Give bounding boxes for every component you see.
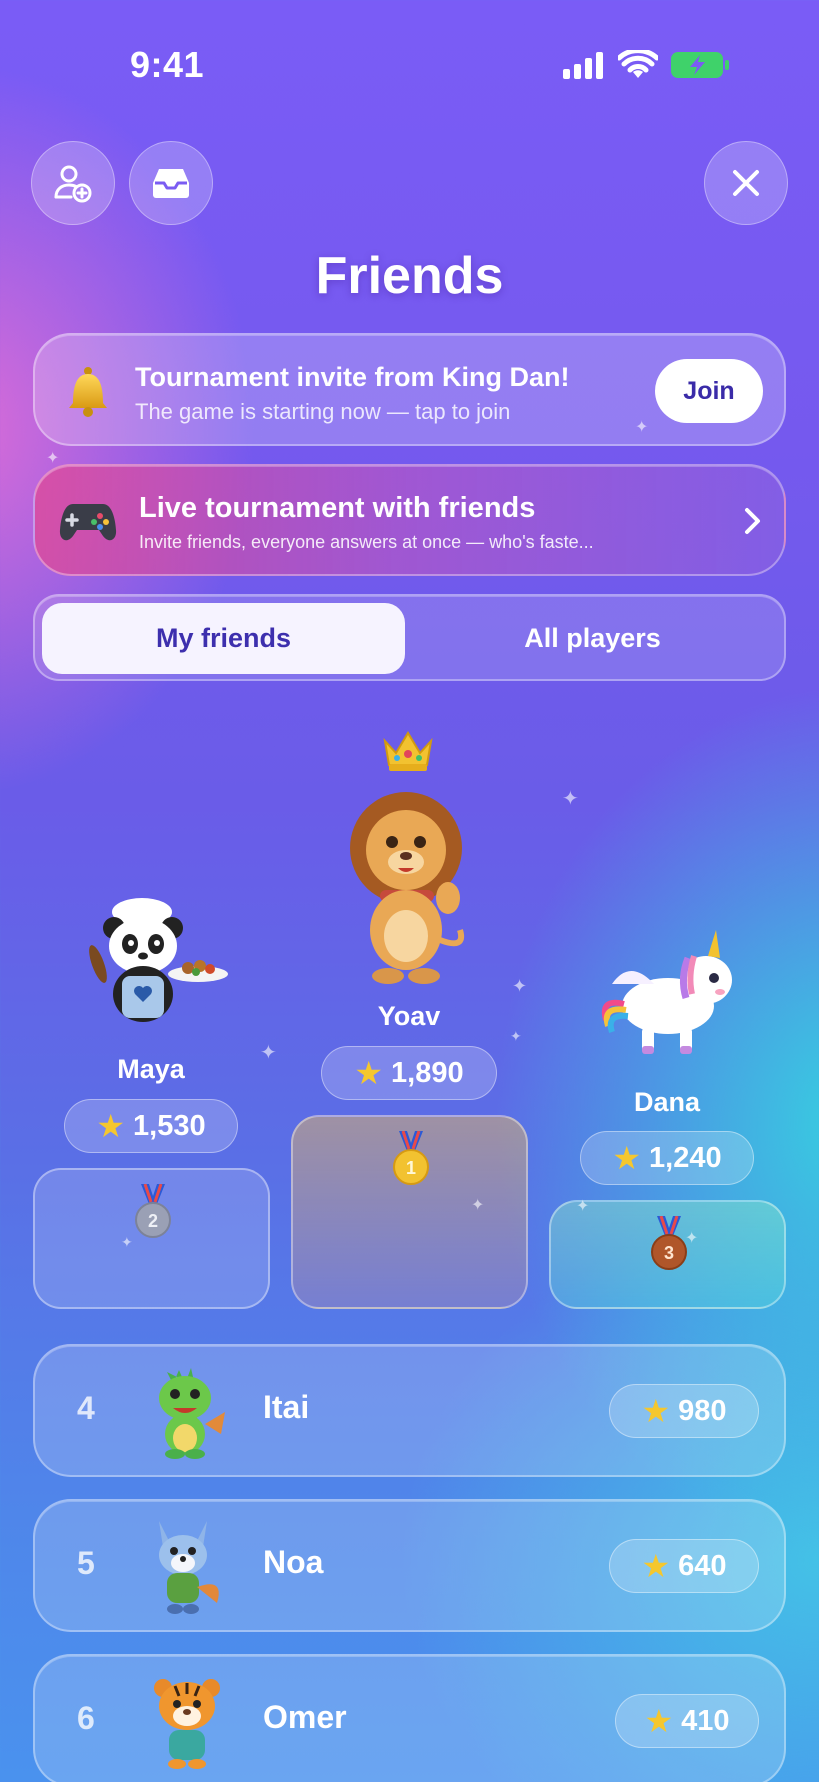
- tab-my-friends[interactable]: My friends: [42, 603, 405, 674]
- sparkle-decoration: ✦: [635, 419, 649, 436]
- medal-icon: 3: [651, 1216, 687, 1270]
- status-time: 9:41: [130, 44, 205, 85]
- podium-third-block: 3 ✦: [549, 1200, 786, 1309]
- row-score: ★ 410: [615, 1694, 759, 1748]
- fox-avatar: [159, 1521, 219, 1614]
- star-icon: ★: [641, 1548, 671, 1584]
- leaderboard-row[interactable]: 5 Noa ★ 640: [33, 1499, 786, 1632]
- sparkle-decoration: ✦: [121, 1234, 133, 1250]
- medal-icon: 1: [393, 1131, 429, 1185]
- row-score: ★ 980: [609, 1384, 759, 1438]
- inbox-button[interactable]: [129, 141, 213, 225]
- tournament-invite-banner[interactable]: Tournament invite from King Dan! The gam…: [33, 333, 786, 446]
- close-icon: [733, 170, 759, 196]
- podium-second-block: 2 ✦: [33, 1168, 270, 1309]
- row-name: Noa: [263, 1544, 324, 1580]
- sparkle-decoration: ✦: [685, 1230, 699, 1247]
- close-button[interactable]: [704, 141, 788, 225]
- lion-avatar: [350, 792, 464, 984]
- podium-first-block: 1 ✦: [291, 1115, 528, 1309]
- live-tournament-subtitle: Invite friends, everyone answers at once…: [139, 532, 594, 552]
- gamepad-icon: [59, 504, 117, 541]
- podium-second-name: Maya: [117, 1054, 185, 1084]
- add-friend-button[interactable]: [31, 141, 115, 225]
- sparkle-decoration: ✦: [562, 788, 579, 810]
- invite-subtitle: The game is starting now — tap to join: [135, 399, 511, 424]
- medal-rank: 3: [664, 1243, 674, 1263]
- invite-title: Tournament invite from King Dan!: [135, 362, 570, 392]
- sparkle-decoration: ✦: [512, 976, 528, 996]
- dragon-avatar: [159, 1368, 225, 1459]
- sparkle-decoration: ✦: [510, 1028, 522, 1044]
- panda-avatar: [89, 898, 228, 1022]
- star-icon: ★: [96, 1108, 126, 1144]
- tiger-avatar: [154, 1679, 220, 1769]
- signal-icon: [563, 52, 603, 79]
- leaderboard-row[interactable]: 4 Itai ★ 980: [33, 1344, 786, 1477]
- chevron-right-icon: [745, 508, 760, 534]
- medal-icon: 2: [135, 1184, 171, 1238]
- live-tournament-title: Live tournament with friends: [139, 492, 536, 524]
- star-icon: ★: [612, 1140, 642, 1176]
- battery-charging-icon: [671, 52, 729, 78]
- star-icon: ★: [641, 1393, 671, 1429]
- row-rank: 6: [77, 1700, 95, 1736]
- unicorn-avatar: [601, 930, 732, 1054]
- medal-rank: 1: [406, 1158, 416, 1178]
- wifi-icon: [618, 50, 658, 78]
- join-button[interactable]: Join: [655, 359, 763, 423]
- row-rank: 4: [77, 1390, 95, 1426]
- sparkle-decoration: ✦: [260, 1042, 277, 1064]
- podium-second-score: ★ 1,530: [64, 1099, 238, 1153]
- sparkle-decoration: ✦: [471, 1197, 485, 1214]
- row-name: Omer: [263, 1699, 347, 1735]
- sparkle-decoration: ✦: [46, 450, 60, 467]
- podium-third-score: ★ 1,240: [580, 1131, 754, 1185]
- bell-icon: [69, 367, 107, 417]
- leaderboard-row[interactable]: 6 Omer ★ 410: [33, 1654, 786, 1782]
- podium-first-score: ★ 1,890: [321, 1046, 497, 1100]
- crown-icon: [383, 731, 433, 771]
- add-friend-icon: [54, 165, 92, 203]
- medal-rank: 2: [148, 1211, 158, 1231]
- live-tournament-banner[interactable]: Live tournament with friends Invite frie…: [33, 464, 786, 576]
- podium-third-name: Dana: [633, 1087, 701, 1117]
- friends-scope-tabs: My friends All players: [33, 594, 786, 681]
- row-rank: 5: [77, 1545, 95, 1581]
- row-name: Itai: [263, 1389, 310, 1425]
- star-icon: ★: [644, 1703, 674, 1739]
- page-title: Friends: [315, 247, 504, 305]
- sparkle-decoration: ✦: [576, 1198, 590, 1215]
- inbox-icon: [153, 169, 189, 198]
- status-icons: [562, 50, 730, 80]
- row-score: ★ 640: [609, 1539, 759, 1593]
- star-icon: ★: [354, 1055, 384, 1091]
- podium-first-name: Yoav: [377, 1001, 441, 1031]
- tab-all-players[interactable]: All players: [411, 603, 774, 674]
